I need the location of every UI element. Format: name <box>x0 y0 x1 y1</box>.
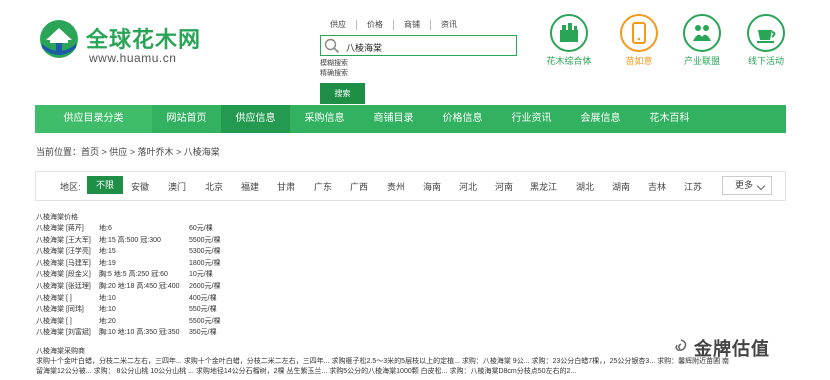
region-item[interactable]: 湖北 <box>576 180 594 193</box>
alliance-icon[interactable] <box>683 14 721 52</box>
search-tabs: 供应 价格 商铺 资讯 <box>330 20 467 30</box>
region-item[interactable]: 北京 <box>205 180 223 193</box>
price-row-price: 1800元/棵 <box>189 259 221 267</box>
price-row-spec: 地:15 <box>99 248 116 256</box>
logo-icon[interactable] <box>38 18 80 60</box>
purchase-line[interactable]: 留海棠12公分被... 求购： 8公分山桃 10公分山桃 ... 求购地径14公… <box>36 366 576 376</box>
purchase-line[interactable]: 求购十个金叶白蜡，分枝二米二左右，三四年... 求购十个金叶白蜡，分枝二米二左右… <box>36 356 729 366</box>
price-row-name[interactable]: 八棱海棠 [同玮] <box>36 304 84 314</box>
price-row-name[interactable]: 八棱海棠 [汪学亮] <box>36 246 91 256</box>
region-item[interactable]: 河南 <box>495 180 513 193</box>
region-any-button[interactable]: 不限 <box>87 176 123 194</box>
price-row-spec: 地:6 <box>99 225 112 232</box>
nav-shops[interactable]: 商铺目录 <box>359 105 428 133</box>
quick-link-alliance[interactable]: 产业联盟 <box>667 54 737 67</box>
search-tab-price[interactable]: 价格 <box>357 20 394 30</box>
quick-link-complex[interactable]: 花木综合体 <box>534 54 604 67</box>
price-row-name[interactable]: 八棱海棠 [ ] <box>36 293 72 303</box>
price-row-name[interactable]: 八棱海棠 [蒋芹] <box>36 223 84 233</box>
nav-news[interactable]: 行业资讯 <box>497 105 566 133</box>
search-button[interactable]: 搜索 <box>320 83 365 104</box>
chevron-down-icon <box>756 181 766 191</box>
price-row-price: 60元/棵 <box>189 225 213 232</box>
price-row-price: 5300元/棵 <box>189 248 221 256</box>
fuzzy-search-option[interactable]: 模糊搜索 <box>320 58 348 68</box>
search-icon <box>324 38 340 54</box>
search-input-value[interactable]: 八棱海棠 <box>346 41 382 54</box>
price-row-spec: 胸:5 地:5 高:250 冠:60 <box>99 271 168 279</box>
price-row-spec: 地:20 <box>99 317 116 325</box>
price-row-spec: 地:10 <box>99 306 116 314</box>
region-item[interactable]: 江苏 <box>684 180 702 193</box>
price-row-name[interactable]: 八棱海棠 [王大军] <box>36 235 91 245</box>
region-item[interactable]: 甘肃 <box>277 180 295 193</box>
nav-supply[interactable]: 供应信息 <box>221 105 290 133</box>
nav-catalog[interactable]: 供应目录分类 <box>35 105 152 133</box>
exact-search-option[interactable]: 精确搜索 <box>320 68 348 78</box>
search-tab-news[interactable]: 资讯 <box>431 20 467 30</box>
price-row-spec: 地:10 <box>99 294 116 302</box>
purchase-section-title: 八棱海棠采购商 <box>36 348 85 355</box>
region-item[interactable]: 湖南 <box>612 180 630 193</box>
nav-price[interactable]: 价格信息 <box>428 105 497 133</box>
region-item[interactable]: 广东 <box>314 180 332 193</box>
price-row-price: 350元/棵 <box>189 329 217 337</box>
price-row-name[interactable]: 八棱海棠 [张廷理] <box>36 281 91 291</box>
complex-icon[interactable] <box>550 14 588 52</box>
region-item[interactable]: 海南 <box>423 180 441 193</box>
quick-link-miaoruyi[interactable]: 苗如意 <box>604 54 674 67</box>
region-item[interactable]: 吉林 <box>648 180 666 193</box>
coffee-cup-icon[interactable] <box>747 14 785 52</box>
price-row-name[interactable]: 八棱海棠 [马建军] <box>36 258 91 268</box>
nav-encyclopedia[interactable]: 花木百科 <box>635 105 704 133</box>
main-nav: 供应目录分类 网站首页 供应信息 采购信息 商铺目录 价格信息 行业资讯 会展信… <box>35 105 786 133</box>
price-row-price: 5500元/棵 <box>189 236 221 244</box>
price-row-spec: 地:19 <box>99 259 116 267</box>
price-row-spec: 地:15 高:500 冠:300 <box>99 236 161 244</box>
price-row-price: 400元/棵 <box>189 294 217 302</box>
logo-name[interactable]: 全球花木网 <box>86 22 201 54</box>
price-row-price: 10元/棵 <box>189 271 213 279</box>
region-more-button[interactable]: 更多 <box>722 176 772 195</box>
price-row-name[interactable]: 八棱海棠 [ ] <box>36 316 72 326</box>
region-item[interactable]: 广西 <box>350 180 368 193</box>
price-row-name[interactable]: 八棱海棠 [段金义] <box>36 269 91 279</box>
quick-link-offline[interactable]: 线下活动 <box>731 54 801 67</box>
region-more-label: 更多 <box>735 180 754 190</box>
price-section-title: 八棱海棠价格 <box>36 214 78 221</box>
breadcrumb[interactable]: 当前位置：首页 > 供应 > 落叶乔木 > 八棱海棠 <box>36 145 220 158</box>
price-row-spec: 胸:10 地:10 高:350 冠:350 <box>99 329 180 337</box>
logo-url: www.huamu.cn <box>89 51 177 65</box>
region-item[interactable]: 贵州 <box>387 180 405 193</box>
region-item[interactable]: 黑龙江 <box>530 180 557 193</box>
price-row-price: 550元/棵 <box>189 306 217 314</box>
region-item[interactable]: 安徽 <box>131 180 149 193</box>
price-row-name[interactable]: 八棱海棠 [刘富斌] <box>36 327 91 337</box>
search-tab-shop[interactable]: 商铺 <box>394 20 431 30</box>
nav-home[interactable]: 网站首页 <box>152 105 221 133</box>
search-tab-supply[interactable]: 供应 <box>330 20 357 30</box>
phone-icon[interactable] <box>620 14 658 52</box>
wechat-swirl-icon <box>673 338 689 354</box>
price-row-spec: 胸:20 地:18 高:450 冠:400 <box>99 283 180 290</box>
price-row-price: 2600元/棵 <box>189 283 221 290</box>
price-row-price: 5500元/棵 <box>189 317 221 325</box>
watermark-text: 金牌估值 <box>694 339 770 359</box>
region-item[interactable]: 河北 <box>459 180 477 193</box>
region-label: 地区: <box>60 182 81 192</box>
region-item[interactable]: 福建 <box>241 180 259 193</box>
nav-purchase[interactable]: 采购信息 <box>290 105 359 133</box>
region-item[interactable]: 澳门 <box>168 180 186 193</box>
nav-exhibition[interactable]: 会展信息 <box>566 105 635 133</box>
